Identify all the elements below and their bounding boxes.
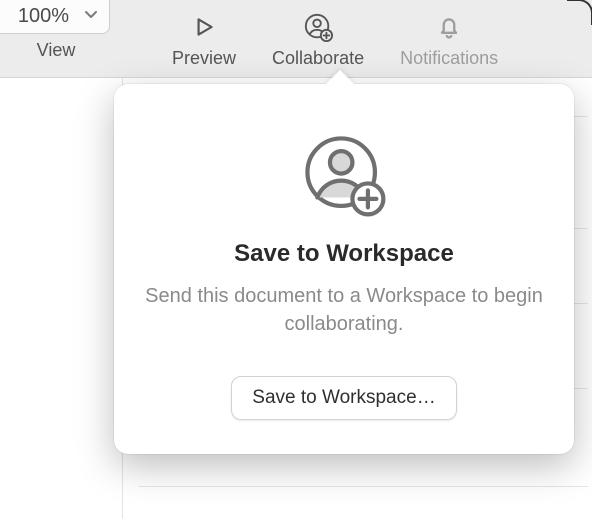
notifications-button[interactable]: Notifications [382, 0, 516, 77]
preview-label: Preview [172, 48, 236, 69]
play-icon [191, 12, 217, 42]
zoom-dropdown[interactable]: 100% [0, 0, 110, 34]
bell-icon [435, 12, 463, 42]
collaborate-button[interactable]: Collaborate [254, 0, 382, 77]
view-label: View [37, 40, 76, 61]
popover-title: Save to Workspace [144, 240, 544, 268]
save-to-workspace-button[interactable]: Save to Workspace… [231, 376, 456, 420]
toolbar: 100% View Preview Collaborate No [0, 0, 592, 78]
chevron-down-icon [83, 5, 99, 28]
person-plus-large-icon [299, 130, 389, 220]
notifications-label: Notifications [400, 48, 498, 69]
collaborate-popover: Save to Workspace Send this document to … [114, 84, 574, 454]
popover-description: Send this document to a Workspace to beg… [144, 282, 544, 338]
collaborate-label: Collaborate [272, 48, 364, 69]
view-group: 100% View [0, 0, 120, 77]
zoom-value: 100% [0, 5, 73, 28]
preview-button[interactable]: Preview [154, 0, 254, 77]
person-plus-icon [303, 12, 333, 42]
